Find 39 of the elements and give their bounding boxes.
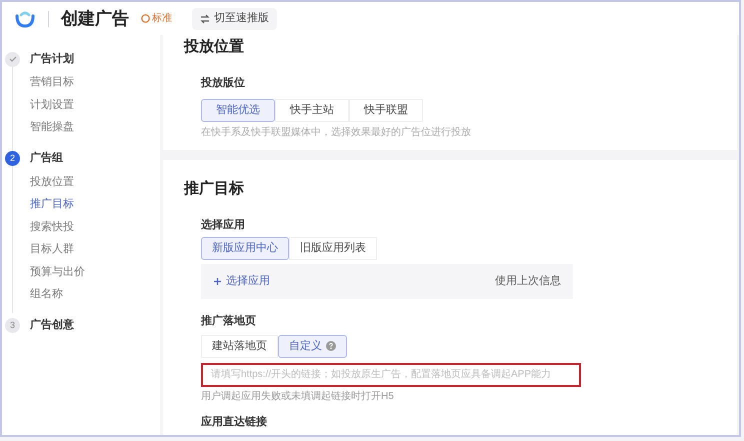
sidebar-item[interactable]: 预算与出价 <box>2 260 160 283</box>
landing-url-field[interactable]: 请填写https://开头的链接；如投放原生广告，配置落地页应具备调起APP能力 <box>201 362 581 386</box>
sidebar-item[interactable]: 搜索快投 <box>2 216 160 238</box>
logo-icon <box>14 10 36 28</box>
hint-text: 在快手系及快手联盟媒体中，选择效果最好的广告位进行投放 <box>201 126 472 140</box>
use-last-info-link[interactable]: 使用上次信息 <box>495 273 561 290</box>
sidebar-item[interactable]: 目标人群 <box>2 238 160 260</box>
field-label: 推广落地页 <box>201 314 257 329</box>
step-title[interactable]: 广告组 <box>30 150 63 167</box>
field-label: 投放版位 <box>201 76 246 90</box>
hint-text: 用户调起应用失败或未填调起链接时打开H5 <box>201 390 395 404</box>
sidebar-item[interactable]: 推广目标 <box>2 193 160 216</box>
sidebar-item[interactable]: 营销目标 <box>2 71 160 94</box>
step-title[interactable]: 广告创意 <box>30 317 74 334</box>
segment-option[interactable]: 自定义 <box>278 334 347 358</box>
check-icon <box>8 55 16 63</box>
segment-option[interactable]: 旧版应用列表 <box>289 237 377 260</box>
edition-badge: 标准 <box>141 11 172 26</box>
segment-option[interactable]: 快手主站 <box>275 99 349 122</box>
step-indicator: 2 <box>5 151 20 166</box>
sidebar-item[interactable]: 投放位置 <box>2 170 160 193</box>
plus-icon <box>213 277 222 286</box>
sidebar-item[interactable]: 计划设置 <box>2 94 160 116</box>
step-title[interactable]: 广告计划 <box>30 50 74 68</box>
segment-option[interactable]: 新版应用中心 <box>201 237 289 260</box>
swap-icon <box>200 14 210 24</box>
segment-option[interactable]: 建站落地页 <box>201 334 278 358</box>
sidebar-item[interactable]: 组名称 <box>2 283 160 306</box>
step-indicator: 3 <box>5 318 20 333</box>
field-label: 选择应用 <box>201 218 246 232</box>
switch-edition-button[interactable]: 切至速推版 <box>192 8 277 30</box>
field-label: 应用直达链接 <box>201 414 268 430</box>
page-title: 创建广告 <box>61 8 129 30</box>
segment-option[interactable]: 快手联盟 <box>349 99 423 122</box>
select-app-link[interactable]: 选择应用 <box>213 273 270 290</box>
sidebar-item[interactable]: 智能操盘 <box>2 116 160 138</box>
section-title: 投放位置 <box>184 37 245 57</box>
section-title: 推广目标 <box>184 179 245 199</box>
segment-option[interactable]: 智能优选 <box>201 99 275 122</box>
